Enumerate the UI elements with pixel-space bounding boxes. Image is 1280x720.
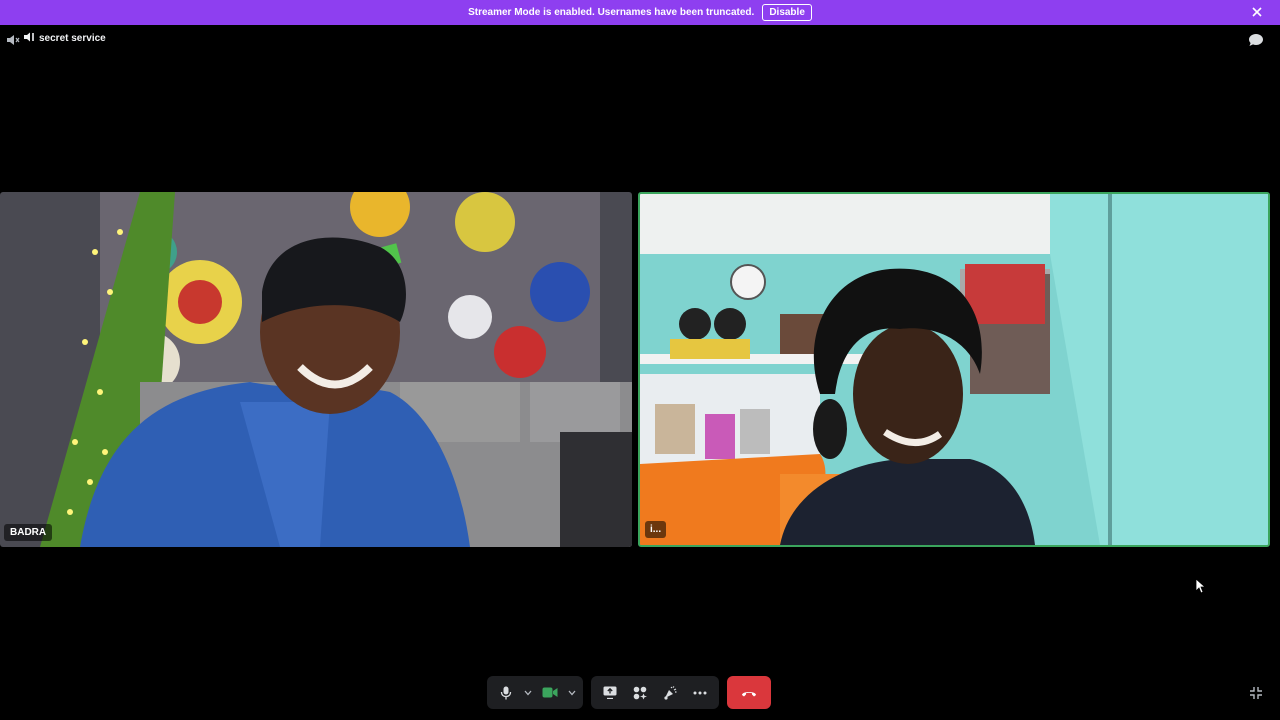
more-icon[interactable] [685, 676, 715, 709]
speaker-icon [24, 32, 36, 45]
video-feed [640, 194, 1268, 545]
hang-up-button[interactable] [727, 676, 771, 709]
banner-message: Streamer Mode is enabled. Usernames have… [468, 7, 755, 18]
microphone-icon[interactable] [491, 676, 521, 709]
hang-up-icon [741, 684, 757, 702]
video-tile-badra[interactable]: BADRA [0, 192, 632, 547]
channel-title: secret service [24, 32, 106, 45]
call-controls [487, 676, 771, 709]
call-header: secret service [0, 30, 1280, 50]
participant-name-tag: i... [645, 521, 667, 538]
chevron-down-icon[interactable] [521, 676, 535, 709]
activity-icon[interactable] [625, 676, 655, 709]
camera-icon[interactable] [535, 676, 565, 709]
video-feed [0, 192, 632, 547]
close-icon[interactable] [1250, 5, 1264, 19]
channel-name: secret service [39, 33, 106, 44]
video-tile-speaking-participant[interactable]: i... [638, 192, 1270, 547]
soundboard-icon[interactable] [655, 676, 685, 709]
streamer-mode-banner: Streamer Mode is enabled. Usernames have… [0, 0, 1280, 25]
participant-name-tag: BADRA [4, 524, 53, 541]
audio-video-group [487, 676, 583, 709]
mouse-cursor-icon [1195, 578, 1205, 594]
screen-share-icon[interactable] [595, 676, 625, 709]
chevron-down-icon[interactable] [565, 676, 579, 709]
actions-group [591, 676, 719, 709]
exit-fullscreen-icon[interactable] [1249, 686, 1263, 700]
disable-streamer-mode-button[interactable]: Disable [762, 4, 812, 21]
chat-icon[interactable] [1248, 33, 1264, 47]
volume-muted-icon[interactable] [6, 33, 20, 47]
